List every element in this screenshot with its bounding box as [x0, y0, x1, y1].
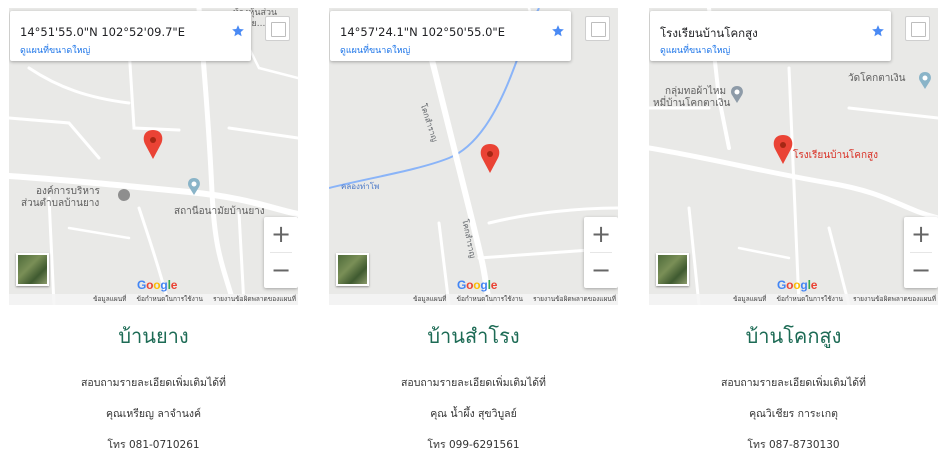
location-card-ban-yang: ห้างหุ้นส่วน ไพย... องค์การบริหาร ส่วนตำ… — [9, 8, 307, 463]
contact-phone: โทร 099-6291561 — [427, 439, 520, 451]
fullscreen-button[interactable] — [265, 16, 290, 41]
embedded-map[interactable]: โคกสำราญ คลองท่าโพ โคกสำราญ 14°57'24.1"N… — [329, 8, 618, 305]
location-card-ban-samrong: โคกสำราญ คลองท่าโพ โคกสำราญ 14°57'24.1"N… — [329, 8, 627, 463]
location-card-ban-khok-sung: วัดโคกตาเงิน กลุ่มทอผ้าไหม หมี่บ้านโคกตา… — [649, 8, 938, 463]
google-logo: Google — [777, 278, 818, 292]
map-pin-icon[interactable] — [143, 130, 163, 159]
terms-of-use-link[interactable]: ข้อกำหนดในการใช้งาน — [137, 295, 203, 303]
map-label-sao-2: ส่วนตำบลบ้านยาง — [21, 198, 100, 209]
map-data-link[interactable]: ข้อมูลแผนที่ — [733, 295, 766, 303]
report-map-error-link[interactable]: รายงานข้อผิดพลาดของแผนที่ — [853, 295, 936, 303]
embedded-map[interactable]: ห้างหุ้นส่วน ไพย... องค์การบริหาร ส่วนตำ… — [9, 8, 298, 305]
map-attribution: ข้อมูลแผนที่ ข้อกำหนดในการใช้งาน รายงานข… — [9, 294, 298, 305]
fullscreen-button[interactable] — [585, 16, 610, 41]
map-info-box: โรงเรียนบ้านโคกสูง ดูแผนที่ขนาดใหญ่ — [650, 11, 891, 61]
view-larger-map-link[interactable]: ดูแผนที่ขนาดใหญ่ — [660, 43, 730, 57]
save-star-icon[interactable] — [871, 24, 885, 38]
satellite-toggle-thumbnail[interactable] — [656, 253, 689, 286]
report-map-error-link[interactable]: รายงานข้อผิดพลาดของแผนที่ — [213, 295, 296, 303]
map-attribution: ข้อมูลแผนที่ ข้อกำหนดในการใช้งาน รายงานข… — [649, 294, 938, 305]
map-label-school: โรงเรียนบ้านโคกสูง — [793, 150, 879, 161]
map-label-canal: คลองท่าโพ — [341, 182, 380, 191]
inquiry-text: สอบถามรายละเอียดเพิ่มเติมได้ที่ — [81, 377, 226, 389]
terms-of-use-link[interactable]: ข้อกำหนดในการใช้งาน — [777, 295, 843, 303]
weaving-group-icon — [731, 86, 743, 103]
map-pin-icon[interactable] — [480, 144, 500, 173]
contact-name: คุณวิเชียร การะเกตุ — [749, 408, 838, 420]
google-logo: Google — [457, 278, 498, 292]
satellite-toggle-thumbnail[interactable] — [336, 253, 369, 286]
google-logo: Google — [137, 278, 178, 292]
village-name: บ้านยาง — [118, 324, 189, 348]
map-label-health-station: สถานีอนามัยบ้านยาง — [174, 206, 265, 217]
map-label-weaving-group-2: หมี่บ้านโคกตาเงิน — [653, 98, 731, 109]
map-attribution: ข้อมูลแผนที่ ข้อกำหนดในการใช้งาน รายงานข… — [329, 294, 618, 305]
contact-phone: โทร 081-0710261 — [107, 439, 200, 451]
zoom-in-button[interactable]: + — [584, 217, 618, 252]
terms-of-use-link[interactable]: ข้อกำหนดในการใช้งาน — [457, 295, 523, 303]
zoom-control: + − — [584, 217, 618, 288]
inquiry-text: สอบถามรายละเอียดเพิ่มเติมได้ที่ — [721, 377, 866, 389]
map-coordinates: 14°51'55.0"N 102°52'09.7"E — [20, 25, 185, 39]
zoom-in-button[interactable]: + — [264, 217, 298, 252]
village-name: บ้านโคกสูง — [745, 324, 842, 348]
map-pin-icon[interactable] — [773, 135, 793, 164]
satellite-toggle-thumbnail[interactable] — [16, 253, 49, 286]
inquiry-text: สอบถามรายละเอียดเพิ่มเติมได้ที่ — [401, 377, 546, 389]
map-data-link[interactable]: ข้อมูลแผนที่ — [93, 295, 126, 303]
government-office-icon — [118, 189, 130, 201]
zoom-in-button[interactable]: + — [904, 217, 938, 252]
fullscreen-button[interactable] — [905, 16, 930, 41]
save-star-icon[interactable] — [551, 24, 565, 38]
contact-name: คุณ น้ำผึ้ง สุขวิบูลย์ — [430, 408, 517, 420]
contact-phone: โทร 087-8730130 — [747, 439, 840, 451]
temple-icon — [919, 72, 931, 89]
view-larger-map-link[interactable]: ดูแผนที่ขนาดใหญ่ — [20, 43, 90, 57]
view-larger-map-link[interactable]: ดูแผนที่ขนาดใหญ่ — [340, 43, 410, 57]
save-star-icon[interactable] — [231, 24, 245, 38]
map-label-temple: วัดโคกตาเงิน — [848, 73, 906, 84]
map-coordinates: 14°57'24.1"N 102°50'55.0"E — [340, 25, 505, 39]
report-map-error-link[interactable]: รายงานข้อผิดพลาดของแผนที่ — [533, 295, 616, 303]
contact-name: คุณเหรียญ ลาจำนงค์ — [105, 408, 202, 420]
map-info-box: 14°51'55.0"N 102°52'09.7"E ดูแผนที่ขนาดใ… — [10, 11, 251, 61]
zoom-control: + − — [904, 217, 938, 288]
zoom-control: + − — [264, 217, 298, 288]
zoom-out-button[interactable]: − — [904, 253, 938, 288]
embedded-map[interactable]: วัดโคกตาเงิน กลุ่มทอผ้าไหม หมี่บ้านโคกตา… — [649, 8, 938, 305]
village-name: บ้านสำโรง — [427, 324, 520, 348]
map-data-link[interactable]: ข้อมูลแผนที่ — [413, 295, 446, 303]
zoom-out-button[interactable]: − — [584, 253, 618, 288]
map-place-name: โรงเรียนบ้านโคกสูง — [660, 26, 758, 40]
map-info-box: 14°57'24.1"N 102°50'55.0"E ดูแผนที่ขนาดใ… — [330, 11, 571, 61]
zoom-out-button[interactable]: − — [264, 253, 298, 288]
